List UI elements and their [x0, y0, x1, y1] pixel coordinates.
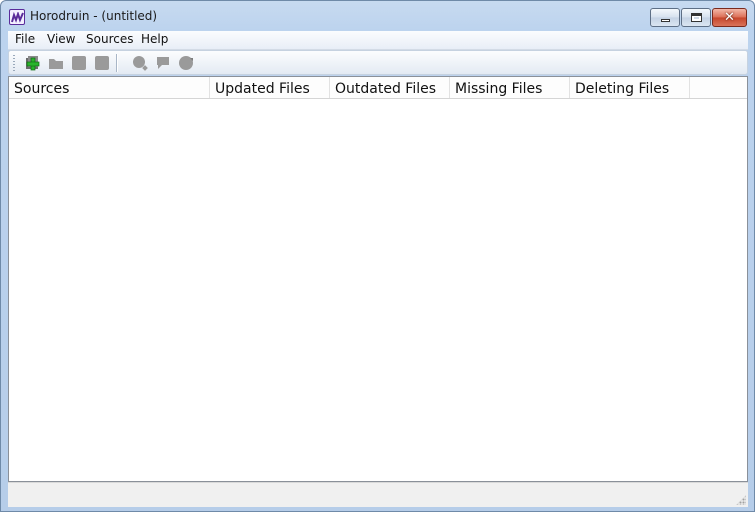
menu-bar: File View Sources Help — [8, 31, 748, 50]
column-header-deleting-files[interactable]: Deleting Files — [570, 77, 690, 98]
title-bar[interactable]: Horodruin - (untitled) ✕ — [1, 1, 754, 31]
column-header-updated-files[interactable]: Updated Files — [210, 77, 330, 98]
toolbar — [8, 50, 748, 75]
toolbar-grip[interactable] — [13, 55, 15, 71]
find-icon[interactable] — [132, 55, 148, 71]
menu-help[interactable]: Help — [141, 32, 168, 46]
open-folder-icon[interactable] — [48, 55, 64, 71]
save-icon[interactable] — [71, 55, 87, 71]
menu-sources[interactable]: Sources — [86, 32, 133, 46]
comment-icon[interactable] — [155, 55, 171, 71]
app-icon[interactable] — [9, 9, 25, 25]
maximize-icon — [691, 13, 702, 22]
app-window: Horodruin - (untitled) ✕ File View Sourc… — [0, 0, 755, 512]
menu-file[interactable]: File — [15, 32, 35, 46]
column-header-sources[interactable]: Sources — [9, 77, 210, 98]
resize-grip[interactable] — [736, 495, 746, 505]
column-header-row: Sources Updated Files Outdated Files Mis… — [9, 77, 747, 99]
column-header-outdated-files[interactable]: Outdated Files — [330, 77, 450, 98]
close-button[interactable]: ✕ — [712, 8, 747, 27]
status-bar — [8, 482, 748, 507]
sources-list[interactable]: Sources Updated Files Outdated Files Mis… — [8, 76, 748, 482]
maximize-button[interactable] — [681, 8, 711, 27]
refresh-icon[interactable] — [178, 55, 194, 71]
list-body[interactable] — [9, 99, 747, 481]
window-title: Horodruin - (untitled) — [30, 9, 158, 23]
toolbar-separator — [116, 54, 117, 72]
save-as-icon[interactable] — [94, 55, 110, 71]
minimize-button[interactable] — [650, 8, 680, 27]
minimize-icon — [661, 19, 670, 22]
column-header-missing-files[interactable]: Missing Files — [450, 77, 570, 98]
menu-view[interactable]: View — [47, 32, 75, 46]
add-source-icon[interactable] — [25, 55, 41, 71]
close-icon: ✕ — [724, 10, 735, 25]
